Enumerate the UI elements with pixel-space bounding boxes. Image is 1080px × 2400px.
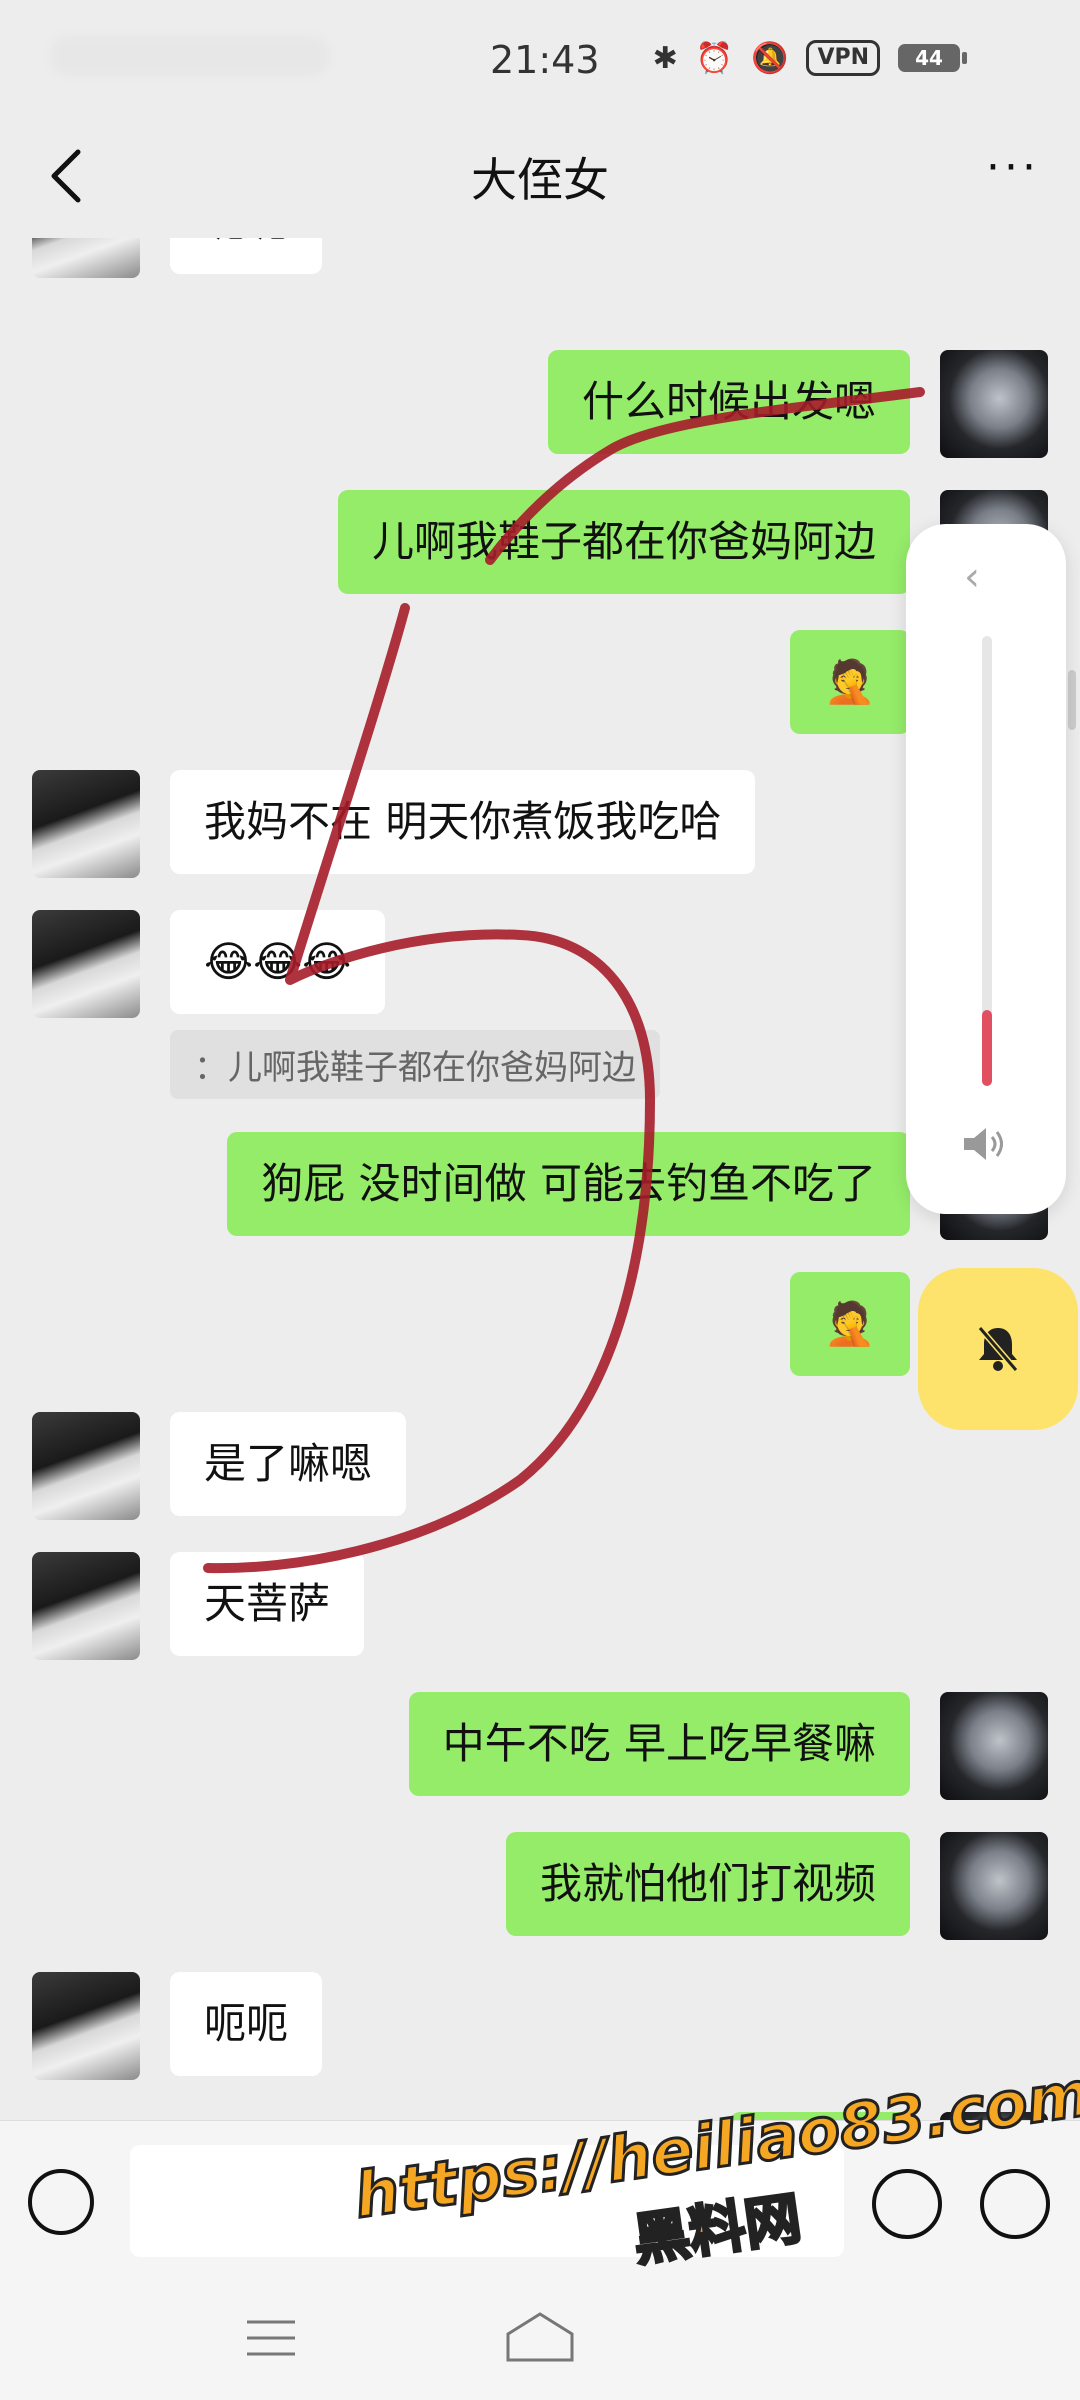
chevron-left-icon[interactable]: ‹: [964, 554, 980, 600]
vpn-badge: VPN: [806, 40, 880, 76]
volume-slider[interactable]: [982, 636, 992, 1086]
contact-avatar[interactable]: [32, 910, 140, 1018]
menu-icon[interactable]: [245, 2318, 297, 2358]
emoji-bubble[interactable]: 😂😂😂: [170, 910, 386, 1014]
status-bar: 21:43 ✱ ⏰ 🔕 VPN 44: [0, 0, 1080, 120]
chat-header: 大侄女 ···: [0, 120, 1080, 238]
volume-slider-fill: [982, 1009, 992, 1086]
bell-off-icon: [977, 1326, 1019, 1372]
mute-icon: 🔕: [751, 40, 789, 76]
my-avatar[interactable]: [940, 1832, 1048, 1940]
contact-avatar[interactable]: [32, 1972, 140, 2080]
my-avatar[interactable]: [940, 350, 1048, 458]
status-icons: ✱ ⏰ 🔕 VPN 44: [652, 40, 967, 76]
emoji-bubble[interactable]: 🤦: [789, 1272, 910, 1376]
more-options-icon[interactable]: ···: [986, 146, 1040, 190]
status-time: 21:43: [490, 38, 600, 82]
my-avatar[interactable]: [940, 1692, 1048, 1800]
carrier-info: [50, 36, 330, 76]
message-bubble[interactable]: 是了嘛嗯: [170, 1412, 407, 1516]
contact-avatar[interactable]: [32, 770, 140, 878]
volume-panel: ‹: [906, 524, 1066, 1214]
speaker-icon: [964, 1128, 1003, 1160]
contact-avatar[interactable]: [32, 1412, 140, 1520]
message-bubble[interactable]: 儿啊我鞋子都在你爸妈阿边: [337, 490, 910, 594]
contact-avatar[interactable]: [32, 238, 140, 278]
message-bubble[interactable]: 中午不吃 早上吃早餐嘛: [408, 1692, 910, 1796]
message-bubble[interactable]: 呃呃: [170, 238, 323, 274]
emoji-bubble[interactable]: 🤦: [789, 630, 910, 734]
message-bubble[interactable]: 呃呃: [170, 1972, 323, 2076]
page-title: 大侄女: [471, 153, 609, 207]
mute-toggle-button[interactable]: [918, 1268, 1078, 1430]
message-bubble[interactable]: 狗屁 没时间做 可能去钓鱼不吃了: [227, 1132, 910, 1236]
contact-avatar[interactable]: [32, 1552, 140, 1660]
message-bubble[interactable]: 我就怕他们打视频: [505, 1832, 910, 1936]
bluetooth-icon: ✱: [652, 40, 678, 76]
message-bubble[interactable]: 天菩萨: [170, 1552, 365, 1656]
quoted-message[interactable]: ：儿啊我鞋子都在你爸妈阿边: [170, 1030, 660, 1099]
scrollbar[interactable]: [1068, 670, 1076, 730]
voice-input-icon[interactable]: [28, 2169, 94, 2235]
message-bubble[interactable]: 什么时候出发嗯: [547, 350, 910, 454]
battery-icon: 44: [898, 44, 967, 72]
message-bubble[interactable]: 我妈不在 明天你煮饭我吃哈: [170, 770, 756, 874]
alarm-icon: ⏰: [695, 40, 734, 76]
